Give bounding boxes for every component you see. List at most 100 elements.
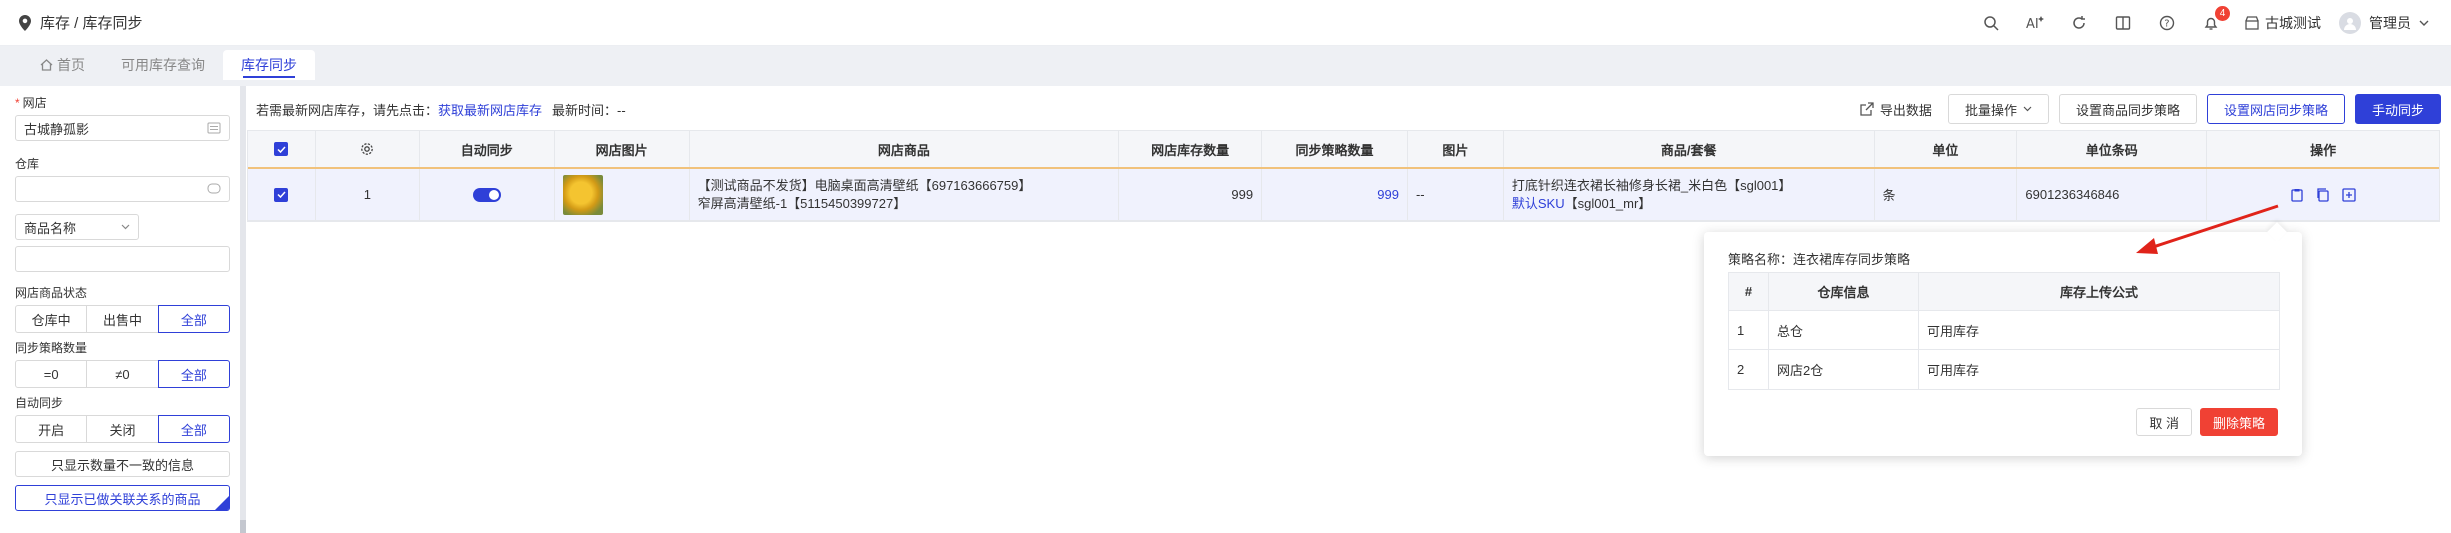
user-avatar[interactable]	[2339, 12, 2361, 34]
set-product-sync-strategy-button[interactable]: 设置商品同步策略	[2058, 94, 2197, 124]
strategy-name: 策略名称：连衣裙库存同步策略	[1728, 252, 1911, 267]
warehouse-label: 仓库	[15, 157, 40, 171]
autosync-option-on[interactable]: 开启	[15, 415, 88, 443]
strategy-qty-label: 同步策略数量	[15, 341, 88, 355]
strategy-option-nonzero[interactable]: ≠0	[86, 360, 159, 388]
search-field-select[interactable]: 商品名称	[15, 214, 139, 240]
top-bar: 库存 / 库存同步 AI ? 4 古城测试 管理员	[0, 0, 2451, 46]
stock-sync-table: 自动同步 网店图片 网店商品 网店库存数量 同步策略数量 图片 商品/套餐 单位…	[247, 130, 2440, 222]
select-all-checkbox[interactable]	[248, 131, 316, 167]
strategy-row: 1 总仓 可用库存	[1729, 311, 2279, 350]
product-thumbnail[interactable]	[562, 174, 603, 215]
header-strategy-qty: 同步策略数量	[1262, 131, 1408, 167]
chat-bubble-icon	[207, 183, 221, 194]
mismatch-only-button[interactable]: 只显示数量不一致的信息	[15, 451, 230, 477]
column-settings[interactable]	[316, 131, 420, 167]
status-option-warehouse[interactable]: 仓库中	[15, 305, 88, 333]
export-button[interactable]: 导出数据	[1853, 94, 1938, 124]
shop-label: * 网店	[15, 96, 47, 110]
gear-icon	[361, 143, 374, 155]
breadcrumb: 库存 / 库存同步	[0, 12, 143, 33]
help-icon[interactable]: ?	[2157, 13, 2177, 33]
row-index: 1	[316, 169, 420, 220]
batch-operation-dropdown[interactable]: 批量操作	[1947, 94, 2049, 124]
strategy-qty-segment: =0 ≠0 全部	[15, 360, 230, 388]
header-auto-sync: 自动同步	[420, 131, 555, 167]
status-label: 网店商品状态	[15, 286, 88, 300]
tab-available-stock[interactable]: 可用库存查询	[103, 50, 223, 80]
search-input[interactable]	[15, 246, 230, 272]
set-shop-sync-strategy-button[interactable]: 设置网店同步策略	[2206, 94, 2345, 124]
list-icon	[207, 122, 221, 134]
svg-text:AI: AI	[2026, 17, 2039, 31]
header-goods: 商品/套餐	[1504, 131, 1875, 167]
strategy-table: # 仓库信息 库存上传公式 1 总仓 可用库存 2 网店2仓 可用库存	[1728, 272, 2280, 390]
notification-badge: 4	[2215, 6, 2230, 21]
autosync-label: 自动同步	[15, 396, 64, 410]
image-cell: --	[1408, 169, 1504, 220]
chevron-down-icon	[2023, 106, 2032, 112]
bell-icon[interactable]: 4	[2201, 6, 2230, 33]
chevron-down-icon[interactable]	[2419, 20, 2429, 26]
search-icon[interactable]	[1981, 13, 2001, 33]
shop-stock-cell: 999	[1119, 169, 1263, 220]
header-shop-image: 网店图片	[555, 131, 690, 167]
shop-select[interactable]: 古城静孤影	[15, 115, 230, 141]
tab-home[interactable]: 首页	[22, 50, 103, 80]
table-header: 自动同步 网店图片 网店商品 网店库存数量 同步策略数量 图片 商品/套餐 单位…	[248, 131, 2439, 169]
goods-cell: 打底针织连衣裙长袖修身长裙_米白色【sgl001】 默认SKU【sgl001_m…	[1504, 169, 1875, 220]
required-mark: *	[15, 96, 20, 110]
goods-sku-line: 默认SKU【sgl001_mr】	[1511, 195, 1652, 211]
table-row: 1 【测试商品不发货】电脑桌面高清壁纸【697163666759】 窄屏高清壁纸…	[248, 169, 2439, 221]
location-pin-icon	[19, 14, 31, 31]
manual-sync-button[interactable]: 手动同步	[2354, 94, 2441, 124]
strategy-detail-icon[interactable]	[2342, 187, 2356, 202]
goods-title: 打底针织连衣裙长袖修身长裙_米白色【sgl001】	[1511, 177, 1792, 193]
default-sku-link[interactable]: 默认SKU	[1512, 196, 1565, 211]
linked-only-button[interactable]: 只显示已做关联关系的商品	[15, 485, 230, 511]
latest-time: 最新时间：--	[552, 103, 626, 118]
delete-strategy-button[interactable]: 删除策略	[2199, 408, 2278, 436]
copy-icon[interactable]	[2316, 187, 2330, 202]
svg-text:?: ?	[2164, 19, 2169, 30]
autosync-segment: 开启 关闭 全部	[15, 415, 230, 443]
refresh-notice: 若需最新网店库存，请先点击：获取最新网店库存 最新时间：--	[256, 103, 626, 118]
user-name[interactable]: 管理员	[2369, 13, 2411, 33]
cancel-button[interactable]: 取 消	[2136, 408, 2192, 436]
fetch-latest-stock-link[interactable]: 获取最新网店库存	[438, 103, 542, 118]
checkbox-checked-icon	[274, 142, 289, 156]
tab-stock-sync[interactable]: 库存同步	[223, 50, 315, 80]
warehouse-select[interactable]	[15, 176, 230, 202]
row-checkbox[interactable]	[248, 169, 316, 220]
chevron-down-icon	[121, 224, 130, 230]
clipboard-icon[interactable]	[2290, 188, 2304, 202]
status-option-selling[interactable]: 出售中	[86, 305, 159, 333]
strategy-row: 2 网店2仓 可用库存	[1729, 350, 2279, 389]
refresh-icon[interactable]	[2069, 13, 2089, 33]
strategy-table-header: # 仓库信息 库存上传公式	[1729, 273, 2279, 311]
autosync-option-all[interactable]: 全部	[157, 415, 230, 443]
strategy-popover: 策略名称：连衣裙库存同步策略 # 仓库信息 库存上传公式 1 总仓 可用库存 2…	[1704, 232, 2302, 456]
annotation-arrow-icon	[2136, 204, 2279, 254]
strategy-option-zero[interactable]: =0	[15, 360, 88, 388]
breadcrumb-text: 库存 / 库存同步	[40, 15, 143, 32]
store-switcher[interactable]: 古城测试	[2245, 13, 2321, 33]
page-tabs: 首页 可用库存查询 库存同步	[0, 46, 2451, 80]
export-icon	[1860, 102, 1874, 116]
status-option-all[interactable]: 全部	[157, 305, 230, 333]
header-actions: 操作	[2310, 142, 2337, 158]
shop-icon	[2245, 16, 2259, 30]
strategy-option-all[interactable]: 全部	[157, 360, 230, 388]
shop-product-cell: 【测试商品不发货】电脑桌面高清壁纸【697163666759】 窄屏高清壁纸-1…	[690, 169, 1120, 220]
auto-sync-toggle[interactable]	[472, 187, 501, 202]
shop-product-title: 【测试商品不发货】电脑桌面高清壁纸【697163666759】	[697, 177, 1032, 193]
store-name: 古城测试	[2265, 15, 2321, 31]
book-icon[interactable]	[2113, 13, 2133, 33]
autosync-option-off[interactable]: 关闭	[86, 415, 159, 443]
unit-cell: 条	[1875, 169, 2018, 220]
shop-image-cell	[555, 169, 690, 220]
ai-icon[interactable]: AI	[2025, 13, 2045, 33]
strategy-qty-link[interactable]: 999	[1262, 169, 1408, 220]
header-barcode: 单位条码	[2017, 131, 2208, 167]
shop-product-sku: 窄屏高清壁纸-1【5115450399727】	[697, 195, 907, 211]
